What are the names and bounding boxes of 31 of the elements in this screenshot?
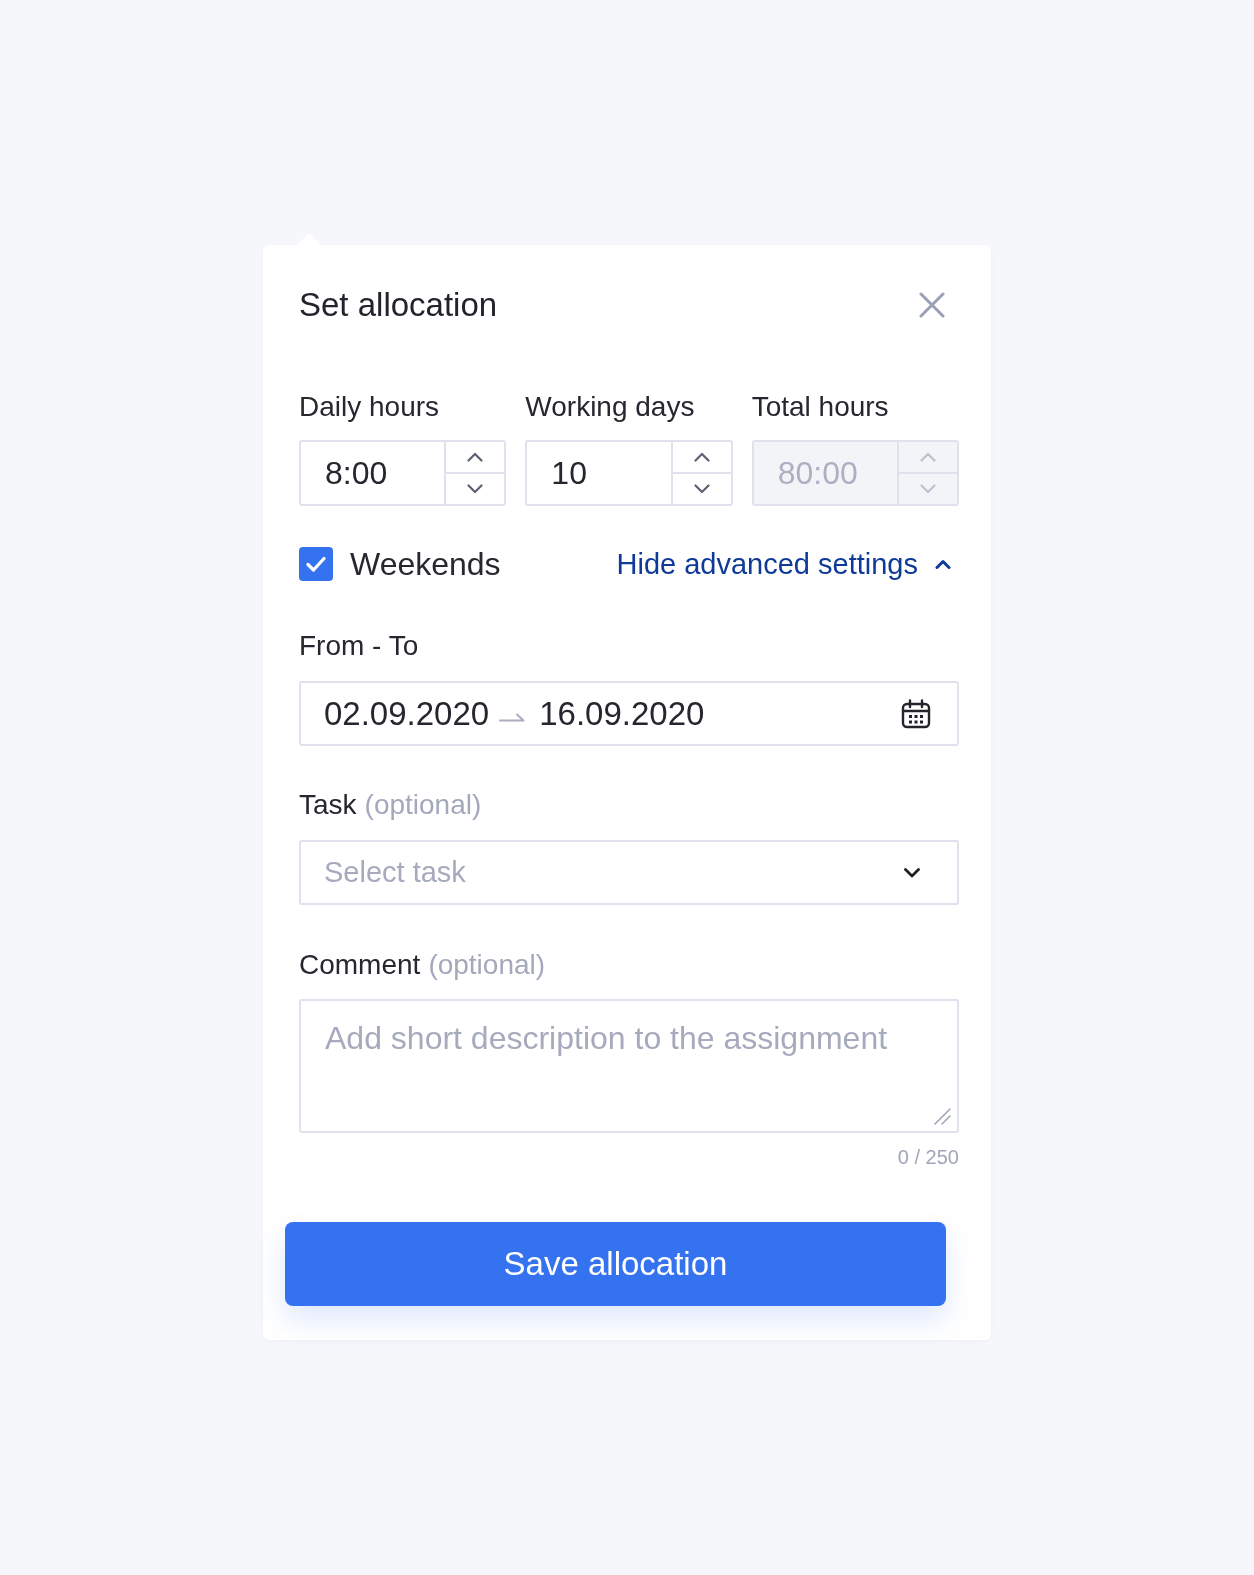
date-range-field[interactable]: 02.09.2020 16.09.2020	[299, 681, 959, 746]
chevron-down-icon	[920, 484, 936, 494]
optional-hint: (optional)	[428, 948, 546, 982]
dialog-title: Set allocation	[299, 285, 498, 325]
calendar-icon[interactable]	[901, 698, 931, 729]
number-input[interactable]: 8:00	[299, 440, 507, 506]
checkbox[interactable]	[299, 547, 333, 581]
chevron-down-icon	[904, 867, 920, 878]
start-date: 02.09.2020	[324, 694, 490, 733]
comment-textarea[interactable]: Add short description to the assignment	[299, 999, 959, 1133]
advanced-settings-link[interactable]: Hide advanced settings	[616, 546, 951, 582]
field-label: Working days	[525, 390, 695, 424]
number-input[interactable]: 10	[525, 440, 733, 506]
field-label: Task	[299, 788, 357, 822]
chevron-up-icon	[920, 452, 936, 462]
chevron-up-icon	[693, 452, 710, 462]
chevron-up-icon	[467, 452, 484, 462]
checkmark-icon	[306, 556, 326, 572]
checkbox-label: Weekends	[350, 546, 501, 582]
close-icon[interactable]	[919, 292, 945, 318]
field-label: Daily hours	[299, 390, 440, 424]
chevron-down-icon	[467, 484, 484, 494]
optional-hint: (optional)	[364, 788, 482, 822]
field-label: From - To	[299, 629, 419, 663]
chevron-down-icon	[693, 484, 710, 494]
resize-handle-icon[interactable]	[934, 1108, 951, 1125]
field-label: Comment	[299, 948, 421, 982]
field-label: Total hours	[751, 390, 889, 424]
end-date: 16.09.2020	[539, 694, 705, 733]
character-counter: 0 / 250	[897, 1147, 959, 1167]
save-button[interactable]: Save allocation	[285, 1222, 946, 1306]
